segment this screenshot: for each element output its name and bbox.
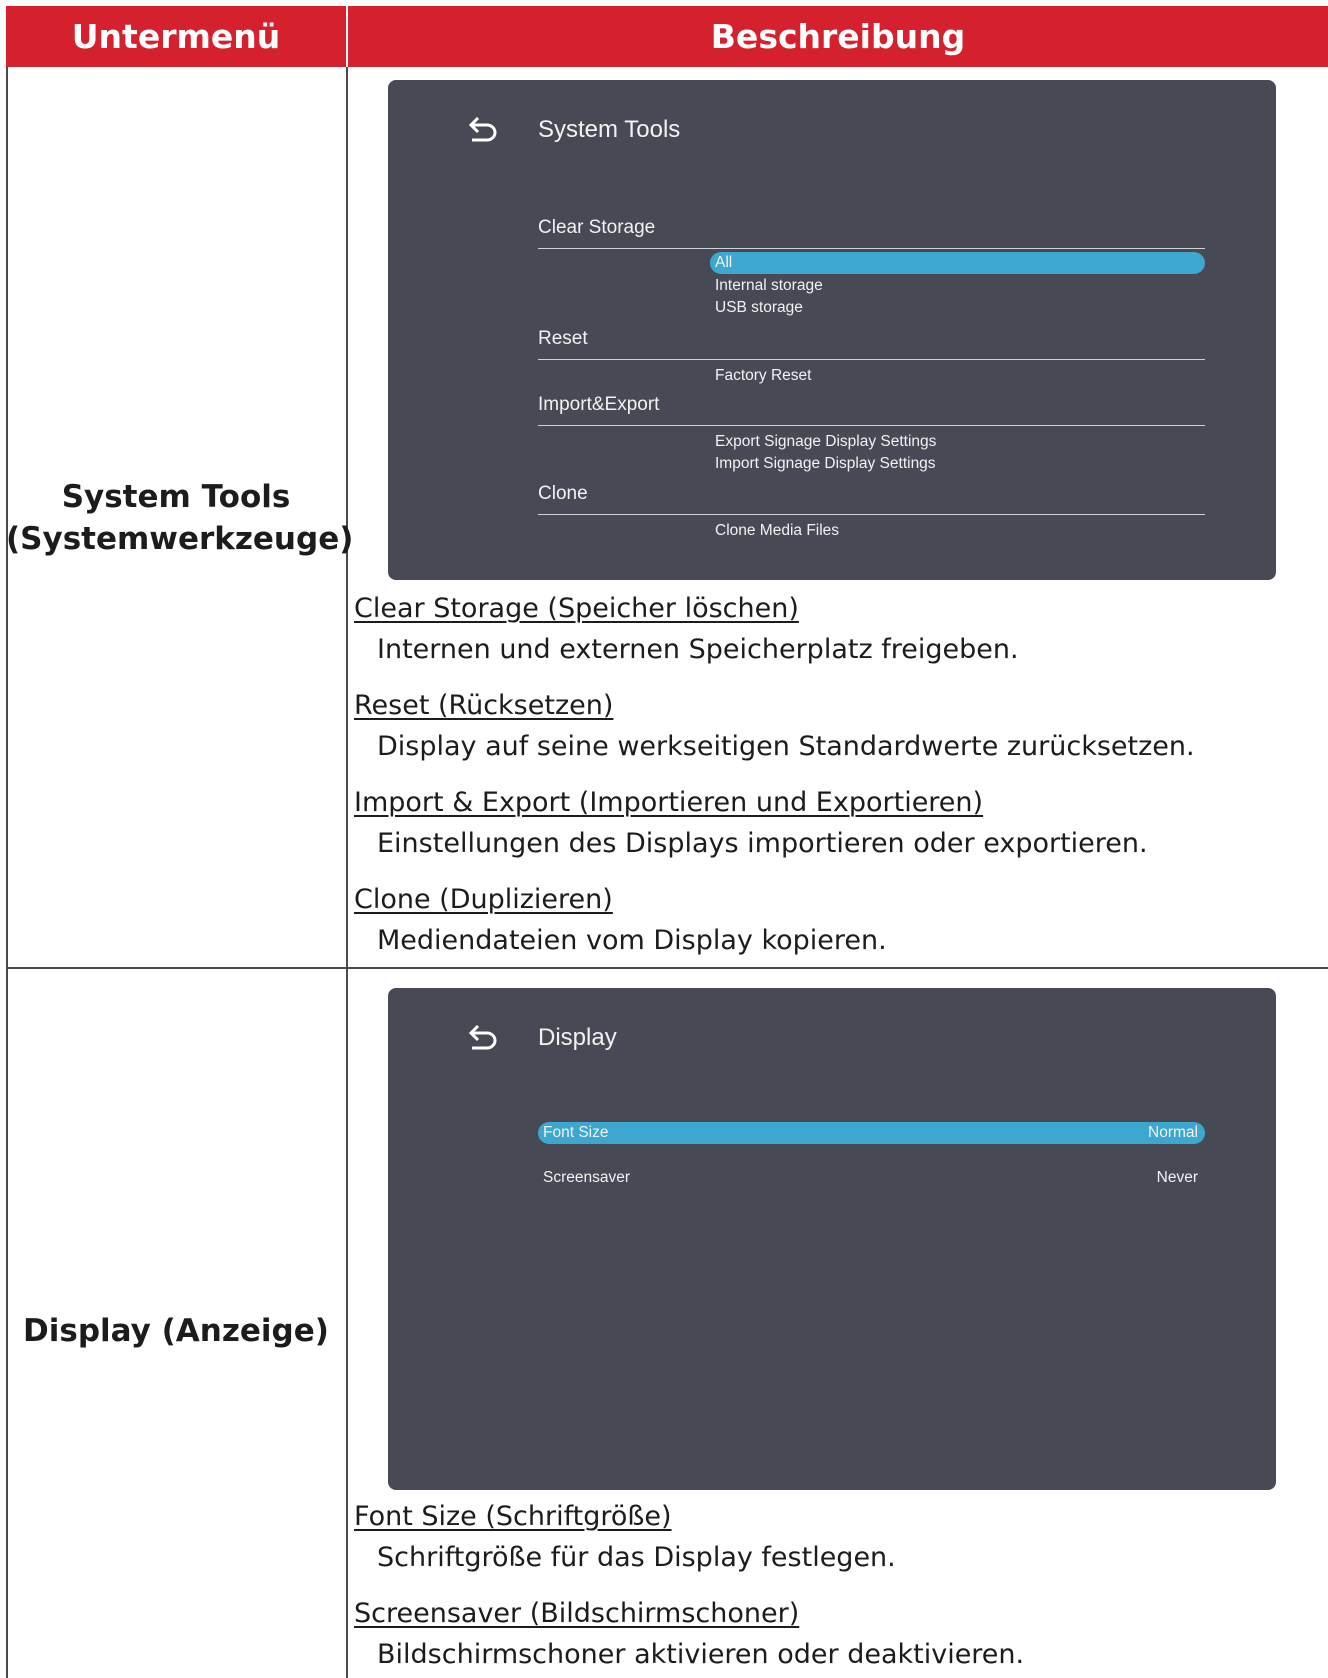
setting-font-size-label[interactable]: Font Size	[543, 1122, 608, 1144]
header-description: Beschreibung	[348, 6, 1328, 67]
screen-title: System Tools	[538, 116, 681, 143]
divider	[538, 359, 1205, 361]
table-border-left	[6, 67, 8, 1678]
item-description: Bildschirmschoner aktivieren oder deakti…	[377, 1639, 1025, 1670]
system-tools-screenshot: System Tools Clear Storage All Internal …	[388, 80, 1276, 580]
section-clone: Clone	[538, 483, 588, 504]
item-heading: Screensaver (Bildschirmschoner)	[354, 1598, 800, 1629]
row-label-system-tools: System Tools (Systemwerkzeuge)	[6, 479, 354, 557]
selection-highlight	[710, 252, 1205, 274]
option-export-settings[interactable]: Export Signage Display Settings	[715, 431, 936, 453]
back-arrow-icon[interactable]	[468, 117, 498, 143]
divider	[538, 248, 1205, 250]
item-description: Internen und externen Speicherplatz frei…	[377, 634, 1019, 665]
option-usb-storage[interactable]: USB storage	[715, 297, 803, 319]
section-import-export: Import&Export	[538, 394, 660, 415]
back-arrow-icon[interactable]	[468, 1025, 498, 1051]
setting-screensaver-value[interactable]: Never	[1157, 1167, 1198, 1189]
divider	[538, 514, 1205, 516]
option-internal-storage[interactable]: Internal storage	[715, 275, 823, 297]
item-description: Display auf seine werkseitigen Standardw…	[377, 731, 1195, 762]
option-all[interactable]: All	[715, 252, 732, 274]
screen-title: Display	[538, 1024, 617, 1051]
item-heading: Reset (Rücksetzen)	[354, 690, 614, 721]
setting-screensaver-label[interactable]: Screensaver	[543, 1167, 630, 1189]
setting-font-size-value[interactable]: Normal	[1148, 1122, 1198, 1144]
item-heading: Clone (Duplizieren)	[354, 884, 613, 915]
item-description: Mediendateien vom Display kopieren.	[377, 925, 887, 956]
selection-highlight	[538, 1122, 1205, 1144]
item-description: Einstellungen des Displays importieren o…	[377, 828, 1148, 859]
option-import-settings[interactable]: Import Signage Display Settings	[715, 453, 936, 475]
table-column-divider	[346, 67, 348, 1678]
row-label-display: Display (Anzeige)	[23, 1313, 329, 1349]
section-reset: Reset	[538, 328, 588, 349]
option-clone-media-files[interactable]: Clone Media Files	[715, 520, 839, 542]
option-factory-reset[interactable]: Factory Reset	[715, 365, 811, 387]
section-clear-storage: Clear Storage	[538, 217, 656, 238]
item-description: Schriftgröße für das Display festlegen.	[377, 1542, 896, 1573]
item-heading: Clear Storage (Speicher löschen)	[354, 593, 799, 624]
divider	[538, 425, 1205, 427]
display-screenshot: Display Font Size Normal Screensaver Nev…	[388, 988, 1276, 1490]
header-submenu: Untermenü	[6, 6, 346, 67]
item-heading: Import & Export (Importieren und Exporti…	[354, 787, 984, 818]
table-row-divider	[6, 967, 1328, 969]
item-heading: Font Size (Schriftgröße)	[354, 1501, 672, 1532]
